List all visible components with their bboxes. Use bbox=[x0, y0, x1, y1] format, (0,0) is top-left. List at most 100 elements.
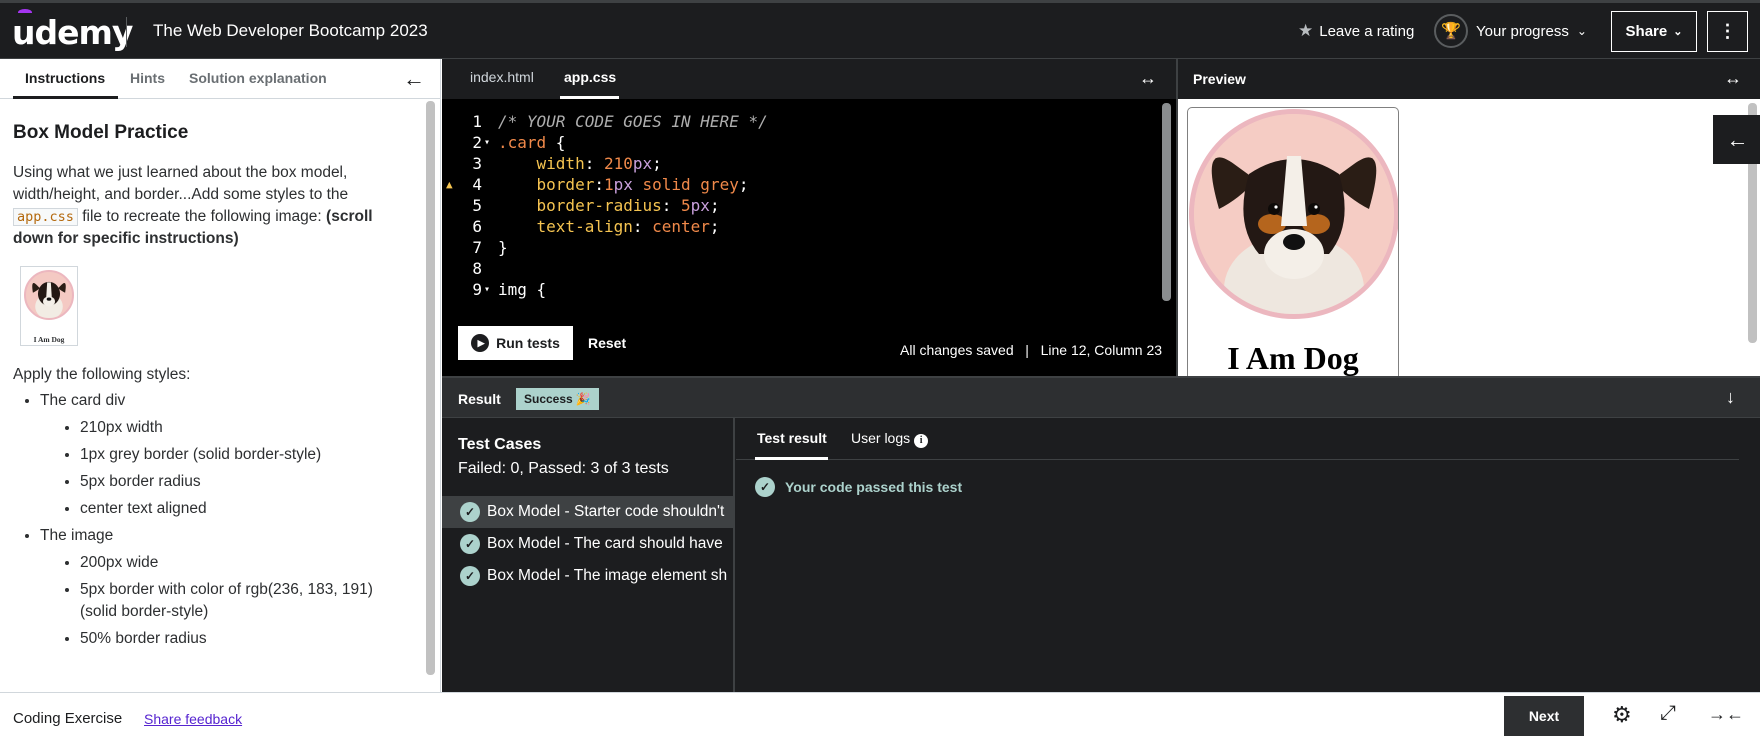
expand-horizontal-icon[interactable]: ↔ bbox=[1139, 68, 1157, 89]
line-number: 8 bbox=[472, 259, 482, 278]
arrow-left-icon: ← bbox=[1726, 126, 1749, 152]
thumb-caption: I Am Dog bbox=[33, 335, 65, 344]
list-item: The card div 210px width 1px grey border… bbox=[40, 390, 410, 520]
css-value: solid grey bbox=[632, 175, 739, 194]
tab-hints[interactable]: Hints bbox=[130, 70, 165, 86]
dog-image bbox=[1189, 109, 1398, 319]
thumb-dog-image bbox=[24, 270, 74, 320]
line-number: 7 bbox=[472, 238, 482, 257]
list-item: 1px grey border (solid border-style) bbox=[80, 444, 410, 466]
fold-arrow-icon[interactable]: ▾ bbox=[484, 279, 490, 300]
settings-gear-icon[interactable]: ⚙ bbox=[1612, 702, 1632, 728]
test-case-item[interactable]: ✓ Box Model - The card should have bbox=[442, 528, 733, 560]
styles-list: The card div 210px width 1px grey border… bbox=[40, 390, 410, 650]
test-case-label: Box Model - The card should have bbox=[487, 535, 723, 552]
code-line: 8 bbox=[442, 258, 1176, 279]
chevron-down-icon: ⌄ bbox=[1576, 24, 1587, 38]
check-circle-icon: ✓ bbox=[460, 502, 480, 522]
active-tab-indicator bbox=[755, 457, 828, 460]
list-item: 5px border radius bbox=[80, 471, 410, 493]
test-case-item[interactable]: ✓ Box Model - Starter code shouldn't bbox=[442, 496, 733, 528]
list-item: 50% border radius bbox=[80, 628, 410, 650]
css-property: width bbox=[498, 154, 585, 173]
css-property: text-align bbox=[498, 217, 633, 236]
code-area[interactable]: 1/* YOUR CODE GOES IN HERE */ 2 ▾ .card { … bbox=[442, 99, 1176, 306]
brace: { bbox=[526, 280, 547, 299]
tab-solution-explanation[interactable]: Solution explanation bbox=[189, 70, 327, 86]
kebab-menu-icon: ⋮ bbox=[1718, 21, 1737, 41]
open-sidebar-button[interactable]: ← bbox=[1713, 115, 1760, 164]
line-number: 3 bbox=[472, 154, 482, 173]
list-item: The image 200px wide 5px border with col… bbox=[40, 525, 410, 650]
play-icon: ▶ bbox=[471, 334, 490, 352]
list-item: 200px wide bbox=[80, 552, 410, 574]
line-number: 5 bbox=[472, 196, 482, 215]
collapse-result-arrow-icon[interactable]: ↓ bbox=[1726, 387, 1735, 408]
next-button[interactable]: Next bbox=[1504, 696, 1584, 736]
css-number: 5 bbox=[681, 196, 691, 215]
run-tests-button[interactable]: ▶ Run tests bbox=[458, 326, 573, 360]
leave-rating-button[interactable]: ★ Leave a rating bbox=[1298, 21, 1414, 41]
editor-scrollbar[interactable] bbox=[1162, 103, 1171, 301]
share-button[interactable]: Share ⌄ bbox=[1611, 11, 1697, 52]
tab-app-css[interactable]: app.css bbox=[564, 69, 616, 85]
brace: { bbox=[546, 133, 566, 152]
info-icon[interactable]: i bbox=[914, 433, 929, 448]
css-number: 1 bbox=[603, 175, 614, 194]
reset-button[interactable]: Reset bbox=[588, 335, 626, 351]
course-title[interactable]: The Web Developer Bootcamp 2023 bbox=[153, 21, 428, 41]
test-cases-panel: Test Cases Failed: 0, Passed: 3 of 3 tes… bbox=[442, 418, 735, 692]
test-case-label: Box Model - Starter code shouldn't bbox=[487, 503, 725, 520]
code-line: 9 ▾ img { bbox=[442, 279, 1176, 300]
tab-user-logs[interactable]: User logs i bbox=[851, 430, 929, 448]
test-cases-summary: Failed: 0, Passed: 3 of 3 tests bbox=[458, 460, 669, 477]
code-line: 3 width: 210px; bbox=[442, 153, 1176, 174]
code-line: 6 text-align: center; bbox=[442, 216, 1176, 237]
code-line: 2 ▾ .card { bbox=[442, 132, 1176, 153]
passed-message: ✓ Your code passed this test bbox=[755, 477, 962, 497]
semicolon: ; bbox=[709, 217, 720, 236]
group-title: The image bbox=[40, 527, 114, 544]
tab-index-html[interactable]: index.html bbox=[470, 69, 534, 85]
list-item: 5px border with color of rgb(236, 183, 1… bbox=[80, 579, 410, 623]
badge-text: Success bbox=[524, 392, 573, 406]
example-card-thumbnail: I Am Dog bbox=[20, 266, 78, 346]
instructions-tabs: Instructions Hints Solution explanation … bbox=[0, 59, 441, 99]
editor-tabs: index.html app.css ↔ bbox=[442, 59, 1176, 99]
collapse-icon[interactable]: →← bbox=[1708, 704, 1744, 725]
your-progress-button[interactable]: 🏆 Your progress ⌄ bbox=[1434, 14, 1587, 48]
code-text: border:1px solid grey; bbox=[498, 174, 749, 195]
run-tests-label: Run tests bbox=[496, 335, 560, 351]
test-case-item[interactable]: ✓ Box Model - The image element sh bbox=[442, 560, 733, 592]
test-cases-title: Test Cases bbox=[458, 436, 542, 453]
line-number: 9 bbox=[472, 280, 482, 299]
code-text: img { bbox=[498, 279, 546, 300]
fullscreen-icon[interactable]: ⤢ bbox=[1660, 702, 1676, 725]
result-bar: Result Success 🎉 ↓ bbox=[442, 376, 1760, 418]
check-circle-icon: ✓ bbox=[460, 566, 480, 586]
colon: : bbox=[661, 196, 682, 215]
instructions-scrollbar[interactable] bbox=[426, 101, 435, 675]
css-property: border bbox=[498, 175, 595, 194]
top-bar: udemy The Web Developer Bootcamp 2023 ★ … bbox=[0, 0, 1760, 59]
party-icon: 🎉 bbox=[575, 392, 591, 406]
fold-arrow-icon[interactable]: ▾ bbox=[484, 132, 490, 153]
css-value: center bbox=[652, 217, 710, 236]
footer-bar: Coding Exercise Share feedback Next ⚙ ⤢ … bbox=[0, 692, 1760, 738]
divider bbox=[126, 17, 127, 47]
test-result-panel: Test result User logs i ✓ Your code passe… bbox=[735, 418, 1760, 692]
colon: : bbox=[584, 154, 604, 173]
exercise-type-label: Coding Exercise bbox=[13, 710, 123, 727]
more-options-button[interactable]: ⋮ bbox=[1707, 11, 1748, 52]
udemy-logo[interactable]: udemy bbox=[12, 13, 133, 52]
tab-instructions[interactable]: Instructions bbox=[25, 70, 105, 86]
active-tab-indicator bbox=[13, 96, 118, 99]
passed-text: Your code passed this test bbox=[785, 479, 963, 495]
list-item: 210px width bbox=[80, 417, 410, 439]
code-text: text-align: center; bbox=[498, 216, 720, 237]
share-feedback-link[interactable]: Share feedback bbox=[144, 711, 242, 727]
css-unit: px bbox=[613, 175, 633, 194]
tab-test-result[interactable]: Test result bbox=[757, 430, 827, 446]
expand-horizontal-icon[interactable]: ↔ bbox=[1724, 68, 1742, 89]
collapse-panel-arrow-icon[interactable]: ← bbox=[403, 66, 425, 92]
